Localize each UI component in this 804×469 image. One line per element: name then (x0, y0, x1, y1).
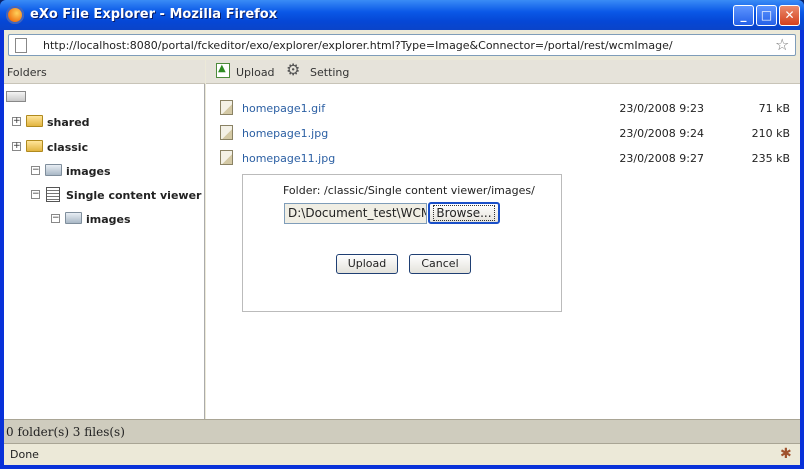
folder-open-icon (26, 115, 43, 127)
tree-item-label: shared (47, 116, 90, 129)
tree-item-classic[interactable]: + classic (12, 139, 202, 157)
file-path-input[interactable]: D:\Document_test\WCM (284, 203, 427, 224)
file-row[interactable]: homepage1.jpg 23/0/2008 9:24 210 kB (220, 125, 796, 143)
page-icon (15, 38, 27, 53)
upload-folder-path: Folder: /classic/Single content viewer/i… (283, 184, 535, 197)
image-file-icon (220, 100, 233, 115)
browse-button-label: Browse... (433, 205, 495, 221)
bookmark-star-icon[interactable]: ☆ (775, 35, 789, 55)
window-title: eXo File Explorer - Mozilla Firefox (30, 7, 278, 22)
drive-icon[interactable] (6, 91, 26, 102)
tree-item-label: images (66, 165, 111, 178)
folder-icon (45, 164, 62, 176)
firefox-icon (6, 6, 24, 24)
browser-window: eXo File Explorer - Mozilla Firefox _ □ … (0, 0, 804, 469)
file-name-link[interactable]: homepage11.jpg (242, 152, 335, 165)
collapse-icon[interactable]: − (51, 214, 60, 223)
file-name-link[interactable]: homepage1.jpg (242, 127, 328, 140)
address-url: http://localhost:8080/portal/fckeditor/e… (43, 39, 673, 52)
upload-toolbar-label: Upload (236, 66, 275, 79)
folders-pane: Folders + shared + classic − images − Si… (4, 60, 205, 419)
upload-icon (216, 63, 230, 78)
files-toolbar: Upload ⚙ Setting (206, 60, 800, 84)
firebug-icon[interactable]: ✱ (780, 446, 792, 462)
file-size: 210 kB (751, 127, 790, 140)
tree-item-images-selected[interactable]: − images (51, 211, 202, 229)
expand-icon[interactable]: + (12, 142, 21, 151)
setting-toolbar-button[interactable]: ⚙ Setting (286, 60, 350, 81)
file-date: 23/0/2008 9:27 (619, 152, 704, 165)
upload-dialog: Folder: /classic/Single content viewer/i… (242, 174, 562, 312)
tree-item-shared[interactable]: + shared (12, 114, 202, 132)
folder-open-icon (26, 140, 43, 152)
image-file-icon (220, 150, 233, 165)
upload-toolbar-button[interactable]: Upload (216, 63, 275, 81)
file-size: 71 kB (758, 102, 790, 115)
title-bar[interactable]: eXo File Explorer - Mozilla Firefox _ □ … (0, 0, 804, 30)
cancel-button[interactable]: Cancel (409, 254, 471, 274)
upload-button[interactable]: Upload (336, 254, 398, 274)
file-count-summary: 0 folder(s) 3 files(s) (6, 425, 125, 439)
navigation-bar: http://localhost:8080/portal/fckeditor/e… (4, 30, 800, 60)
collapse-icon[interactable]: − (31, 166, 40, 175)
tree-item-label: classic (47, 141, 89, 154)
folders-header: Folders (4, 60, 205, 84)
tree-item-single-content-viewer[interactable]: − Single content viewer (31, 187, 202, 205)
file-size: 235 kB (751, 152, 790, 165)
image-file-icon (220, 125, 233, 140)
address-field[interactable]: http://localhost:8080/portal/fckeditor/e… (8, 34, 796, 56)
browser-status-text: Done (10, 448, 39, 461)
tree-item-images[interactable]: − images (31, 163, 202, 181)
file-date: 23/0/2008 9:24 (619, 127, 704, 140)
maximize-button[interactable]: □ (756, 5, 777, 26)
browser-status-bar: Done ✱ (4, 443, 800, 465)
expand-icon[interactable]: + (12, 117, 21, 126)
browse-button[interactable]: Browse... (428, 202, 500, 224)
file-row[interactable]: homepage11.jpg 23/0/2008 9:27 235 kB (220, 150, 796, 168)
document-icon (46, 187, 60, 202)
file-date: 23/0/2008 9:23 (619, 102, 704, 115)
file-name-link[interactable]: homepage1.gif (242, 102, 325, 115)
explorer-status-bar: 0 folder(s) 3 files(s) (4, 419, 800, 443)
collapse-icon[interactable]: − (31, 190, 40, 199)
gear-icon: ⚙ (286, 60, 301, 79)
setting-toolbar-label: Setting (310, 66, 350, 79)
file-row[interactable]: homepage1.gif 23/0/2008 9:23 71 kB (220, 100, 796, 118)
tree-item-label: images (86, 213, 131, 226)
folder-icon (65, 212, 82, 224)
close-button[interactable]: ✕ (779, 5, 800, 26)
tree-item-label: Single content viewer (66, 189, 202, 202)
minimize-button[interactable]: _ (733, 5, 754, 26)
